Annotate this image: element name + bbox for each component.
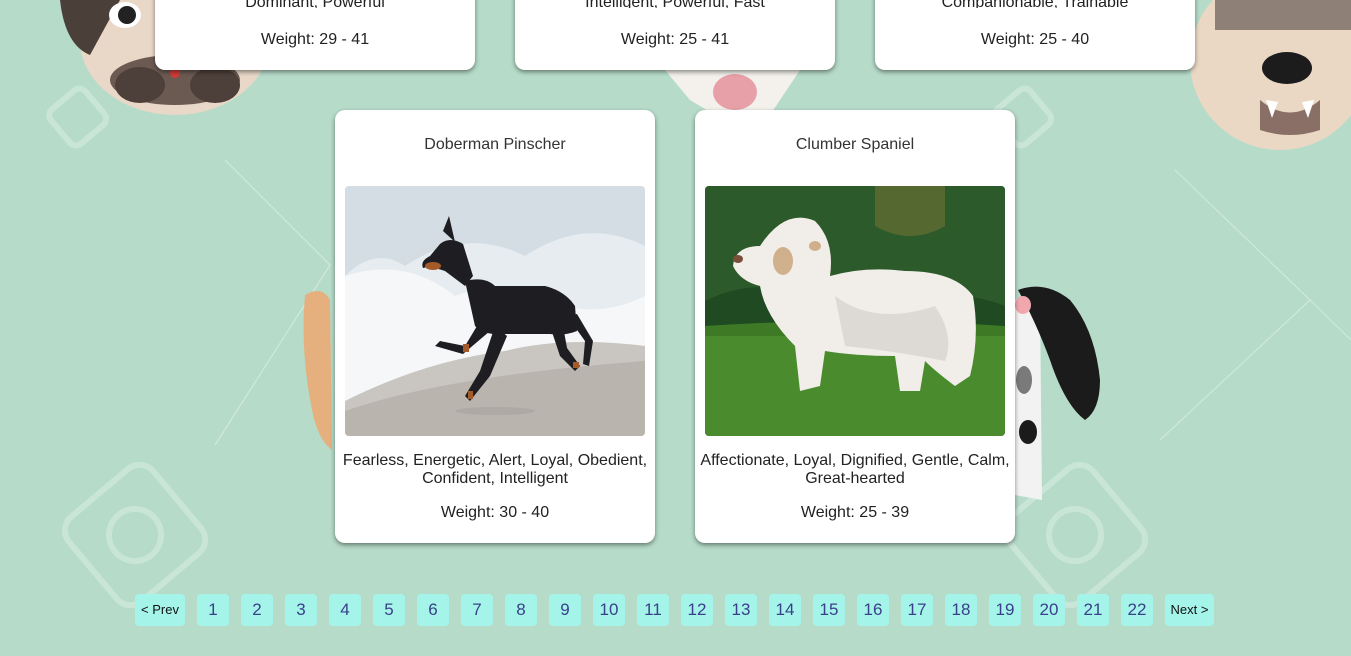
page-button-6[interactable]: 6: [417, 594, 449, 626]
breed-card-doberman-pinscher: Doberman Pinscher Fearless, Energetic, A…: [335, 110, 655, 543]
page-button-17[interactable]: 17: [901, 594, 933, 626]
page-button-10[interactable]: 10: [593, 594, 625, 626]
page-button-3[interactable]: 3: [285, 594, 317, 626]
background-illustration: [46, 0, 1351, 609]
pagination: < Prev 1 2 3 4 5 6 7 8 9 10 11 12 13 14 …: [0, 594, 1351, 626]
page-button-13[interactable]: 13: [725, 594, 757, 626]
page-button-4[interactable]: 4: [329, 594, 361, 626]
breed-photo: [705, 186, 1005, 436]
breed-temperament: Companionable, Trainable: [875, 0, 1195, 8]
page-button-14[interactable]: 14: [769, 594, 801, 626]
breed-temperament: Intelligent, Powerful, Fast: [515, 0, 835, 8]
page-button-16[interactable]: 16: [857, 594, 889, 626]
page-button-7[interactable]: 7: [461, 594, 493, 626]
breed-weight: Weight: 25 - 39: [800, 504, 910, 521]
breed-weight: Weight: 25 - 40: [980, 31, 1090, 48]
next-page-button[interactable]: Next >: [1165, 594, 1214, 626]
page-button-11[interactable]: 11: [637, 594, 669, 626]
page-button-20[interactable]: 20: [1033, 594, 1065, 626]
page-button-12[interactable]: 12: [681, 594, 713, 626]
breed-photo: [345, 186, 645, 436]
prev-page-button[interactable]: < Prev: [135, 594, 185, 626]
page-button-18[interactable]: 18: [945, 594, 977, 626]
page-button-21[interactable]: 21: [1077, 594, 1109, 626]
breed-weight: Weight: 29 - 41: [260, 31, 370, 48]
breed-name: Clumber Spaniel: [795, 136, 915, 153]
breed-temperament: Dominant, Powerful: [155, 0, 475, 8]
breed-temperament: Fearless, Energetic, Alert, Loyal, Obedi…: [342, 452, 648, 487]
breed-temperament: Affectionate, Loyal, Dignified, Gentle, …: [700, 452, 1010, 487]
breed-card: Dominant, Powerful Weight: 29 - 41: [155, 0, 475, 70]
breed-card: Intelligent, Powerful, Fast Weight: 25 -…: [515, 0, 835, 70]
page-button-19[interactable]: 19: [989, 594, 1021, 626]
breed-card-clumber-spaniel: Clumber Spaniel Affectionate, Loyal, Dig…: [695, 110, 1015, 543]
page-button-1[interactable]: 1: [197, 594, 229, 626]
breed-name: Doberman Pinscher: [424, 136, 566, 153]
page-button-5[interactable]: 5: [373, 594, 405, 626]
page-button-8[interactable]: 8: [505, 594, 537, 626]
page-button-2[interactable]: 2: [241, 594, 273, 626]
page-button-9[interactable]: 9: [549, 594, 581, 626]
page-button-22[interactable]: 22: [1121, 594, 1153, 626]
breed-card: Companionable, Trainable Weight: 25 - 40: [875, 0, 1195, 70]
breed-weight: Weight: 30 - 40: [440, 504, 550, 521]
page-button-15[interactable]: 15: [813, 594, 845, 626]
breed-weight: Weight: 25 - 41: [620, 31, 730, 48]
